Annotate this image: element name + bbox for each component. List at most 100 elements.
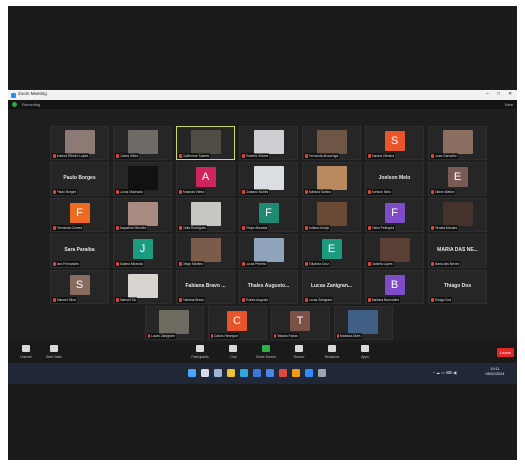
participant-tile[interactable]: Diego Martins (176, 234, 235, 268)
participant-name-label: Guilherme Soares (178, 153, 211, 159)
participant-tile[interactable]: Sara Paraíba Iara Fernandes (50, 234, 109, 268)
muted-mic-icon (179, 226, 182, 230)
record-button[interactable]: Record (287, 343, 311, 362)
reactions-button[interactable]: Reactions (320, 343, 344, 362)
search-icon[interactable] (201, 369, 209, 377)
participant-name: Célia Rodrigues (182, 226, 206, 230)
participant-tile[interactable]: Lucas Pereira (239, 234, 298, 268)
view-button[interactable]: View (504, 102, 513, 107)
participant-tile[interactable]: Daniela Lopes (365, 234, 424, 268)
participants-button[interactable]: Participants (188, 343, 212, 362)
muted-mic-icon (53, 298, 56, 302)
participant-name: Tatiana Farias (277, 334, 298, 338)
participant-tile[interactable]: J Juliana Miranda (113, 234, 172, 268)
participant-tile[interactable]: Thiago Dos Thiago Dos (428, 270, 487, 304)
participant-tile[interactable]: Andrea Ribeiro Lopes (50, 126, 109, 160)
participant-tile[interactable]: Lucas Zanigran... Lucas Zanigram (302, 270, 361, 304)
taskbar-clock[interactable]: 19:11 08/01/2024 (483, 367, 507, 377)
participant-tile[interactable]: C Carlos Henrique (207, 306, 267, 340)
muted-mic-icon (305, 190, 308, 194)
participant-tile[interactable]: MARIA DAS NE... Maria das Neves (428, 234, 487, 268)
participant-display-name: Joelson Melo (378, 175, 411, 181)
participant-name: Paulo Borges (56, 190, 77, 194)
participant-avatar: T (290, 311, 310, 331)
files-icon[interactable] (227, 369, 235, 377)
participant-tile[interactable]: Thales Augusto... Thales Augusto (239, 270, 298, 304)
participant-tile[interactable]: Lucas Zanigram (144, 306, 204, 340)
participant-tile[interactable]: Fabiana Bravo ... Fabiana Bravo (176, 270, 235, 304)
participant-name: Amanda Vieira (182, 190, 205, 194)
participant-tile[interactable]: Célia Rodrigues (176, 198, 235, 232)
participant-avatar: J (132, 239, 153, 259)
chat-label: Chat (229, 355, 237, 359)
participant-tile[interactable]: A Amanda Vieira (176, 162, 235, 196)
participant-name: Carlos Vieira (119, 154, 139, 158)
participant-name: Iara Fernandes (56, 262, 79, 266)
mail-icon[interactable] (266, 369, 274, 377)
participant-tile[interactable]: E Elaine Mattos (428, 162, 487, 196)
participant-tile[interactable]: E Eduarda Cruz (302, 234, 361, 268)
participant-tile[interactable]: T Tatiana Farias (270, 306, 330, 340)
participant-tile[interactable]: Renata Moraes (428, 198, 487, 232)
participant-name: Diego Martins (182, 262, 203, 266)
participant-tile[interactable]: Adriana Santos (302, 162, 361, 196)
leave-button[interactable]: Leave (497, 348, 514, 357)
participant-tile[interactable]: Paulo Borges Paulo Borges (50, 162, 109, 196)
participant-name-label: Maria das Neves (430, 261, 461, 267)
participant-name-label: Thiago Dos (430, 297, 453, 303)
muted-mic-icon (210, 334, 213, 338)
participant-tile[interactable]: F Felipe Almeida (239, 198, 298, 232)
zoom-icon[interactable] (305, 369, 313, 377)
start-video-button[interactable]: Start Video (42, 343, 66, 362)
participant-tile[interactable]: S Sandra Oliveira (365, 126, 424, 160)
meeting-toolbar: Unmute Start Video Participants Chat Share … (8, 342, 517, 363)
participant-name: Lucas Machado (119, 190, 143, 194)
participant-tile[interactable]: Roberto Vianna (239, 126, 298, 160)
participant-tile[interactable]: Guilherme Soares (176, 126, 235, 160)
system-tray[interactable]: ^ ☁ ▭ ⌨ ◀) (433, 370, 457, 375)
participant-tile[interactable]: Juliana Araújo (302, 198, 361, 232)
participant-tile[interactable]: Mariana Alves (333, 306, 393, 340)
participant-name: Elaine Mattos (434, 190, 455, 194)
task-view-icon[interactable] (214, 369, 222, 377)
store-icon[interactable] (253, 369, 261, 377)
participant-tile[interactable]: Joelson Melo Joelson Melo (365, 162, 424, 196)
security-shield-icon[interactable] (12, 102, 17, 107)
recording-label: Recording (22, 102, 41, 107)
participant-name-label: Paulo Borges (52, 189, 78, 195)
participant-video (127, 202, 158, 226)
participant-tile[interactable]: Luiza Carvalho (428, 126, 487, 160)
participant-tile[interactable]: Lucas Machado (113, 162, 172, 196)
muted-mic-icon (179, 154, 182, 158)
participant-name: Eduarda Cruz (308, 262, 329, 266)
participant-name-label: Andrea Ribeiro Lopes (52, 153, 90, 159)
unmute-button[interactable]: Unmute (14, 343, 38, 362)
participant-tile[interactable]: F Fabio Pellegrini (365, 198, 424, 232)
chat-button[interactable]: Chat (221, 343, 245, 362)
settings-icon[interactable] (318, 369, 326, 377)
chrome-icon[interactable] (279, 369, 287, 377)
muted-mic-icon (116, 190, 119, 194)
muted-mic-icon (242, 190, 245, 194)
apps-button[interactable]: Apps (353, 343, 377, 362)
participants-icon (196, 345, 204, 352)
participant-tile[interactable]: B Barbara Burnoldier (365, 270, 424, 304)
participant-display-name: Thales Augusto... (247, 283, 290, 289)
maximize-button[interactable]: □ (497, 91, 500, 97)
participant-name-label: Célia Rodrigues (178, 225, 207, 231)
participant-tile[interactable]: S Samuel Silva (50, 270, 109, 304)
participant-tile[interactable]: Jaqueline Mendes (113, 198, 172, 232)
start-icon[interactable] (188, 369, 196, 377)
share-screen-button[interactable]: Share Screen (254, 343, 278, 362)
participant-tile[interactable]: Carlos Vieira (113, 126, 172, 160)
participant-tile[interactable]: Fernanda Alvarenga (302, 126, 361, 160)
muted-mic-icon (116, 226, 119, 230)
close-button[interactable]: ✕ (508, 91, 512, 97)
minimize-button[interactable]: – (486, 91, 489, 97)
muted-mic-icon (368, 154, 371, 158)
participant-tile[interactable]: Gustavo Nunes (239, 162, 298, 196)
firefox-icon[interactable] (292, 369, 300, 377)
participant-tile[interactable]: Samuel Sá (113, 270, 172, 304)
participant-tile[interactable]: F Fernanda Gomes (50, 198, 109, 232)
edge-icon[interactable] (240, 369, 248, 377)
